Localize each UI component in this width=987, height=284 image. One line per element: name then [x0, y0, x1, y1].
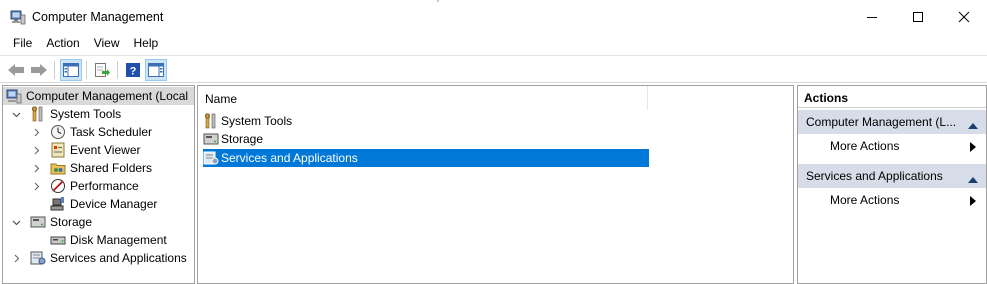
help-icon: ? [126, 63, 140, 78]
more-actions-item[interactable]: More Actions [798, 135, 986, 157]
list-item-label: Storage [221, 132, 264, 146]
tree-item-services-and-applications[interactable]: Services and Applications [3, 249, 187, 267]
toolbar-separator [86, 61, 87, 79]
list-item-services-and-applications[interactable]: Services and Applications [203, 149, 649, 167]
show-hide-action-pane-icon [148, 63, 164, 77]
maximize-icon [913, 12, 923, 22]
toolbar-separator [54, 61, 55, 79]
menu-bar: File Action View Help [0, 34, 987, 54]
tree-item-label: Services and Applications [50, 251, 187, 265]
tree-item-label: Event Viewer [70, 143, 141, 157]
chevron-right-icon[interactable] [31, 163, 41, 173]
console-tree-pane: Computer Management (Local System Tools … [2, 85, 195, 284]
tree-item-storage[interactable]: Storage [3, 213, 92, 231]
show-hide-console-tree-button[interactable] [60, 59, 82, 81]
more-actions-label: More Actions [830, 139, 900, 153]
tree-item-device-manager[interactable]: Device Manager [3, 195, 157, 213]
tree-item-label: Device Manager [70, 197, 158, 211]
submenu-arrow-icon [970, 141, 976, 155]
tree-item-disk-management[interactable]: Disk Management [3, 231, 167, 249]
forward-button[interactable] [28, 59, 50, 81]
tree-item-event-viewer[interactable]: Event Viewer [3, 141, 140, 159]
performance-icon [50, 178, 66, 194]
list-item-label: System Tools [221, 114, 293, 128]
tree-item-label: System Tools [50, 107, 122, 121]
collapse-up-icon[interactable] [968, 172, 978, 186]
export-list-button[interactable] [91, 59, 113, 81]
more-actions-label: More Actions [830, 193, 900, 207]
services-icon [203, 150, 219, 166]
actions-header: Actions [798, 86, 986, 108]
tree-item-label: Shared Folders [70, 161, 153, 175]
menu-action[interactable]: Action [39, 34, 86, 54]
more-actions-item[interactable]: More Actions [798, 189, 986, 211]
maximize-button[interactable] [895, 0, 941, 34]
list-column-header[interactable]: Name [198, 86, 648, 110]
back-button[interactable] [5, 59, 27, 81]
chevron-right-icon[interactable] [31, 145, 41, 155]
action-group-title: Computer Management (L... [806, 115, 957, 129]
toolbar: ? [0, 55, 987, 83]
svg-text:?: ? [130, 66, 137, 78]
tree-item-performance[interactable]: Performance [3, 177, 139, 195]
action-group-services-and-applications[interactable]: Services and Applications [798, 164, 986, 188]
results-list-pane: Name System Tools Storage Services and A… [197, 85, 794, 284]
computer-management-icon [10, 9, 26, 25]
tree-item-label: Performance [70, 179, 139, 193]
list-item-label: Services and Applications [221, 151, 358, 165]
system-tools-icon [203, 113, 219, 129]
window-title: Computer Management [32, 10, 164, 24]
services-icon [30, 250, 46, 266]
minimize-button[interactable] [849, 0, 895, 34]
title-bar: Computer Management [0, 0, 987, 34]
clock-icon [50, 124, 66, 140]
chevron-down-icon[interactable] [11, 217, 21, 227]
tree-item-computer-management[interactable]: Computer Management (Local [3, 87, 194, 105]
tree-item-label: Task Scheduler [70, 125, 153, 139]
tree-item-label: Storage [50, 215, 93, 229]
toolbar-separator [117, 61, 118, 79]
chevron-down-icon[interactable] [11, 109, 21, 119]
back-arrow-icon [8, 64, 24, 76]
tree-item-task-scheduler[interactable]: Task Scheduler [3, 123, 152, 141]
computer-management-icon [6, 88, 22, 104]
close-icon [958, 11, 970, 23]
event-viewer-icon [50, 142, 66, 158]
show-hide-action-pane-button[interactable] [145, 59, 167, 81]
list-item-storage[interactable]: Storage [203, 130, 649, 148]
chevron-right-icon[interactable] [31, 127, 41, 137]
tree-item-label: Computer Management (Local [26, 89, 189, 103]
show-hide-console-tree-icon [63, 63, 79, 77]
menu-view[interactable]: View [87, 34, 127, 54]
menu-file[interactable]: File [6, 34, 39, 54]
device-manager-icon [50, 196, 66, 212]
minimize-icon [867, 17, 877, 18]
title-bar-accent [437, 0, 439, 2]
column-name-label: Name [205, 92, 238, 106]
action-group-computer-management[interactable]: Computer Management (L... [798, 110, 986, 134]
storage-icon [203, 131, 219, 147]
disk-icon [50, 232, 66, 248]
chevron-right-icon[interactable] [11, 253, 21, 263]
chevron-right-icon[interactable] [31, 181, 41, 191]
tree-item-system-tools[interactable]: System Tools [3, 105, 121, 123]
submenu-arrow-icon [970, 195, 976, 209]
close-button[interactable] [941, 0, 987, 34]
tree-item-label: Disk Management [70, 233, 167, 247]
action-group-title: Services and Applications [806, 169, 943, 183]
storage-icon [30, 214, 46, 230]
collapse-up-icon[interactable] [968, 118, 978, 132]
actions-pane: Actions Computer Management (L... More A… [797, 85, 987, 284]
system-tools-icon [30, 106, 46, 122]
forward-arrow-icon [31, 64, 47, 76]
shared-folders-icon [50, 160, 66, 176]
menu-help[interactable]: Help [127, 34, 166, 54]
export-list-icon [95, 63, 110, 77]
help-button[interactable]: ? [122, 59, 144, 81]
list-item-system-tools[interactable]: System Tools [203, 112, 649, 130]
tree-item-shared-folders[interactable]: Shared Folders [3, 159, 152, 177]
